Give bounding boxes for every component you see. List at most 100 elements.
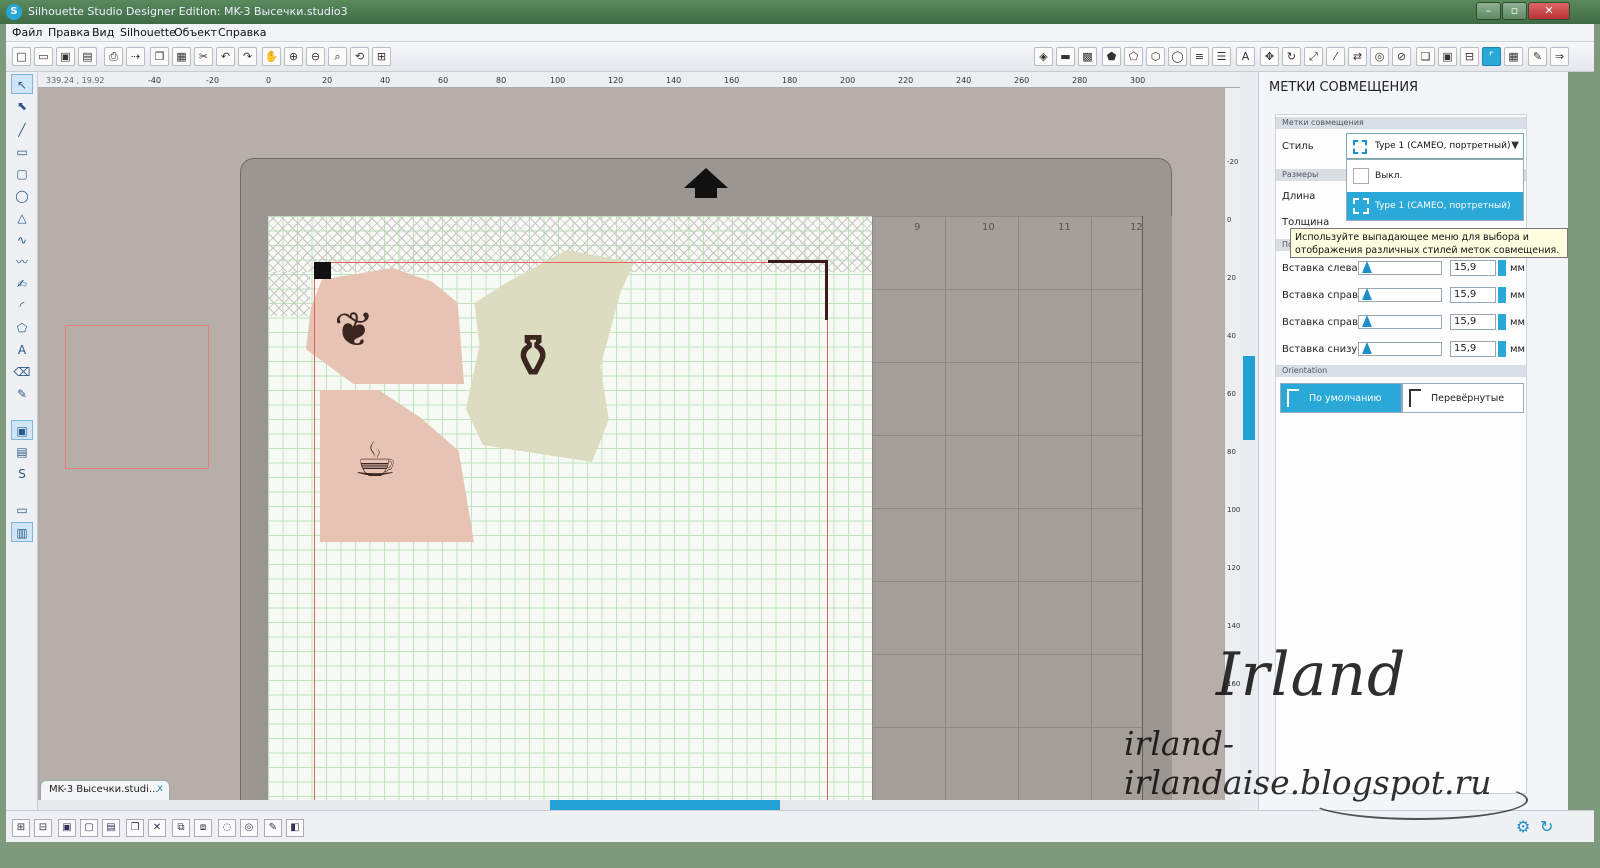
regular-polygon-tool-icon[interactable]: ⬠ [11,318,33,338]
menu-view[interactable]: Вид [92,26,114,39]
rectangle-tool-icon[interactable]: ▭ [11,142,33,162]
registration-marks-icon[interactable]: ⌜ [1482,47,1501,66]
slider-knob[interactable] [1362,315,1372,327]
inset-top-spinner[interactable] [1498,314,1506,330]
fit-page-icon[interactable]: ⊞ [372,47,391,66]
transform-icon[interactable]: ◯ [1168,47,1187,66]
zoom-out-icon[interactable]: ⊖ [306,47,325,66]
smooth-freehand-tool-icon[interactable]: ✍ [11,274,33,294]
view-split-icon[interactable]: ▥ [11,522,33,542]
online-store-icon[interactable]: S [11,464,33,484]
document-tab[interactable]: MK-3 Высечки.studi... x [40,780,170,800]
rhinestone-icon[interactable]: ◌ [218,819,236,837]
menu-help[interactable]: Справка [218,26,266,39]
ungroup-icon[interactable]: ⊟ [34,819,52,837]
paste-icon[interactable]: ▦ [172,47,191,66]
inset-top-input[interactable]: 15,9 [1450,314,1496,330]
slider-knob[interactable] [1362,288,1372,300]
close-button[interactable]: ✕ [1528,2,1570,20]
horizontal-scroll-thumb[interactable] [550,800,780,810]
freehand-tool-icon[interactable]: 〰 [11,252,33,272]
layers-icon[interactable]: ☰ [1212,47,1231,66]
menu-file[interactable]: Файл [12,26,42,39]
offset-icon[interactable]: ◎ [1370,47,1389,66]
inset-left-slider[interactable] [1358,261,1442,275]
inset-right-input[interactable]: 15,9 [1450,287,1496,303]
line-style-icon[interactable]: ⬠ [1124,47,1143,66]
redo-icon[interactable]: ↷ [238,47,257,66]
send-to-silhouette-icon[interactable]: ⇒ [1550,47,1569,66]
text-tool-icon[interactable]: A [11,340,33,360]
point-edit-tool-icon[interactable]: ⬉ [11,96,33,116]
line-color-icon[interactable]: ⬟ [1102,47,1121,66]
open-icon[interactable]: ▭ [34,47,53,66]
fill-color-icon[interactable]: ◈ [1034,47,1053,66]
dropdown-option-off[interactable]: Выкл. [1347,162,1523,190]
fill-pattern-icon[interactable]: ▩ [1078,47,1097,66]
slider-knob[interactable] [1362,342,1372,354]
close-tab-icon[interactable]: x [157,783,163,794]
design-page-icon[interactable]: ▣ [11,420,33,440]
trace-icon[interactable]: ⊘ [1392,47,1411,66]
store-icon[interactable]: ▣ [1438,47,1457,66]
undo-icon[interactable]: ↶ [216,47,235,66]
vertical-scroll-thumb[interactable] [1243,356,1255,440]
polygon-tool-icon[interactable]: △ [11,208,33,228]
pan-icon[interactable]: ✋ [262,47,281,66]
curve-tool-icon[interactable]: ∿ [11,230,33,250]
move-icon[interactable]: ⇄ [1348,47,1367,66]
cut-settings-icon[interactable]: ✎ [1528,47,1547,66]
library-panel-icon[interactable]: ▤ [11,442,33,462]
sketch-icon[interactable]: ✎ [264,819,282,837]
zoom-in-icon[interactable]: ⊕ [284,47,303,66]
inset-right-slider[interactable] [1358,288,1442,302]
orientation-flipped-button[interactable]: Перевёрнутые [1402,383,1524,413]
replicate-icon[interactable]: ⬡ [1146,47,1165,66]
arc-tool-icon[interactable]: ◜ [11,296,33,316]
scale-icon[interactable]: ⤢ [1304,47,1323,66]
minimize-button[interactable]: – [1476,2,1501,20]
selection-box[interactable] [65,325,209,469]
inset-bottom-slider[interactable] [1358,342,1442,356]
rounded-rect-tool-icon[interactable]: ▢ [11,164,33,184]
save-icon[interactable]: ▣ [56,47,75,66]
menu-edit[interactable]: Правка [48,26,90,39]
duplicate-icon[interactable]: ❐ [126,819,144,837]
compound-path-icon[interactable]: ▣ [58,819,76,837]
new-icon[interactable]: □ [12,47,31,66]
offset-tool-icon[interactable]: ◎ [240,819,258,837]
print-icon[interactable]: ⎙ [104,47,123,66]
grid-icon[interactable]: ▦ [1504,47,1523,66]
knife-tool-icon[interactable]: ✎ [11,384,33,404]
select-tool-icon[interactable]: ↖ [11,74,33,94]
fill-gradient-icon[interactable]: ▬ [1056,47,1075,66]
shear-icon[interactable]: ⁄ [1326,47,1345,66]
orientation-default-button[interactable]: По умолчанию [1280,383,1402,413]
rotate-icon[interactable]: ↻ [1282,47,1301,66]
align-icon[interactable]: ≡ [1190,47,1209,66]
inset-top-slider[interactable] [1358,315,1442,329]
inset-bottom-spinner[interactable] [1498,341,1506,357]
view-single-icon[interactable]: ▭ [11,500,33,520]
fill-icon[interactable]: ◧ [286,819,304,837]
style-select[interactable]: Type 1 (CAMEO, портретный) ▼ [1346,133,1524,159]
group-icon[interactable]: ⊞ [12,819,30,837]
inset-right-spinner[interactable] [1498,287,1506,303]
design-canvas[interactable]: 339.24 , 19.92 -40 -20 0 20 40 60 80 100… [38,72,1240,810]
inset-left-input[interactable]: 15,9 [1450,260,1496,276]
dropdown-option-type1[interactable]: Type 1 (CAMEO, портретный) [1347,192,1523,220]
bring-front-icon[interactable]: ▤ [102,819,120,837]
weld-icon[interactable]: ⧉ [172,819,190,837]
release-compound-icon[interactable]: ▢ [80,819,98,837]
inset-left-spinner[interactable] [1498,260,1506,276]
line-tool-icon[interactable]: ╱ [11,120,33,140]
subtract-icon[interactable]: ⧈ [194,819,212,837]
menu-silhouette[interactable]: Silhouette [120,26,176,39]
ellipse-tool-icon[interactable]: ◯ [11,186,33,206]
drag-zoom-icon[interactable]: ⟲ [350,47,369,66]
eraser-tool-icon[interactable]: ⌫ [11,362,33,382]
menu-object[interactable]: Объект [174,26,217,39]
transform-panel-icon[interactable]: ✥ [1260,47,1279,66]
copy-icon[interactable]: ❐ [150,47,169,66]
delete-icon[interactable]: ✕ [148,819,166,837]
